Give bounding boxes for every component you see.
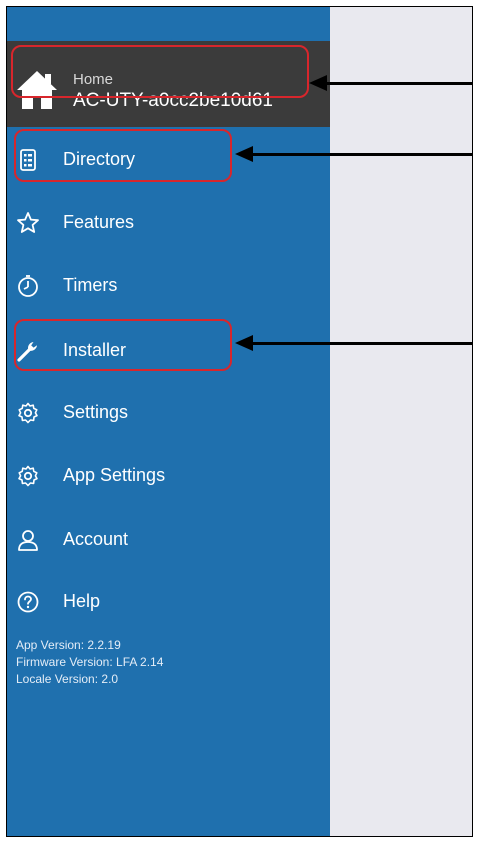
arrow-directory (251, 153, 472, 156)
sidebar-item-label: Help (63, 591, 101, 611)
sidebar-item-help[interactable]: Help (7, 577, 330, 625)
arrow-home (325, 82, 472, 85)
sidebar-item-label: Settings (63, 402, 129, 422)
firmware-version: Firmware Version: LFA 2.14 (16, 655, 164, 669)
sidebar-item-label: App Settings (63, 465, 166, 485)
main-content-area (330, 7, 472, 836)
status-strip (7, 7, 330, 41)
highlight-home (11, 45, 309, 98)
locale-version: Locale Version: 2.0 (16, 672, 119, 686)
arrow-head-home (309, 75, 327, 91)
timer-icon (18, 275, 38, 297)
sidebar-item-account[interactable]: Account (7, 515, 330, 563)
app-version: App Version: 2.2.19 (16, 638, 121, 652)
arrow-head-directory (235, 146, 253, 162)
gear-icon (18, 402, 38, 424)
version-info: App Version: 2.2.19 Firmware Version: LF… (16, 637, 163, 688)
sidebar-item-settings[interactable]: Settings (7, 388, 330, 436)
sidebar-item-label: Timers (63, 275, 118, 295)
app-frame: Home AC-UTY-a0cc2be10d61 Directory Featu… (6, 6, 473, 837)
arrow-head-installer (235, 335, 253, 351)
sidebar-item-label: Account (63, 529, 129, 549)
star-icon (17, 212, 39, 233)
sidebar-item-app-settings[interactable]: App Settings (7, 451, 330, 499)
highlight-installer (14, 319, 232, 371)
arrow-installer (251, 342, 472, 345)
highlight-directory (14, 129, 232, 182)
user-icon (18, 530, 38, 551)
sidebar-item-label: Features (63, 212, 135, 232)
gear-icon (18, 465, 38, 487)
sidebar-item-timers[interactable]: Timers (7, 261, 330, 309)
sidebar-item-features[interactable]: Features (7, 198, 330, 246)
help-icon (17, 591, 39, 613)
